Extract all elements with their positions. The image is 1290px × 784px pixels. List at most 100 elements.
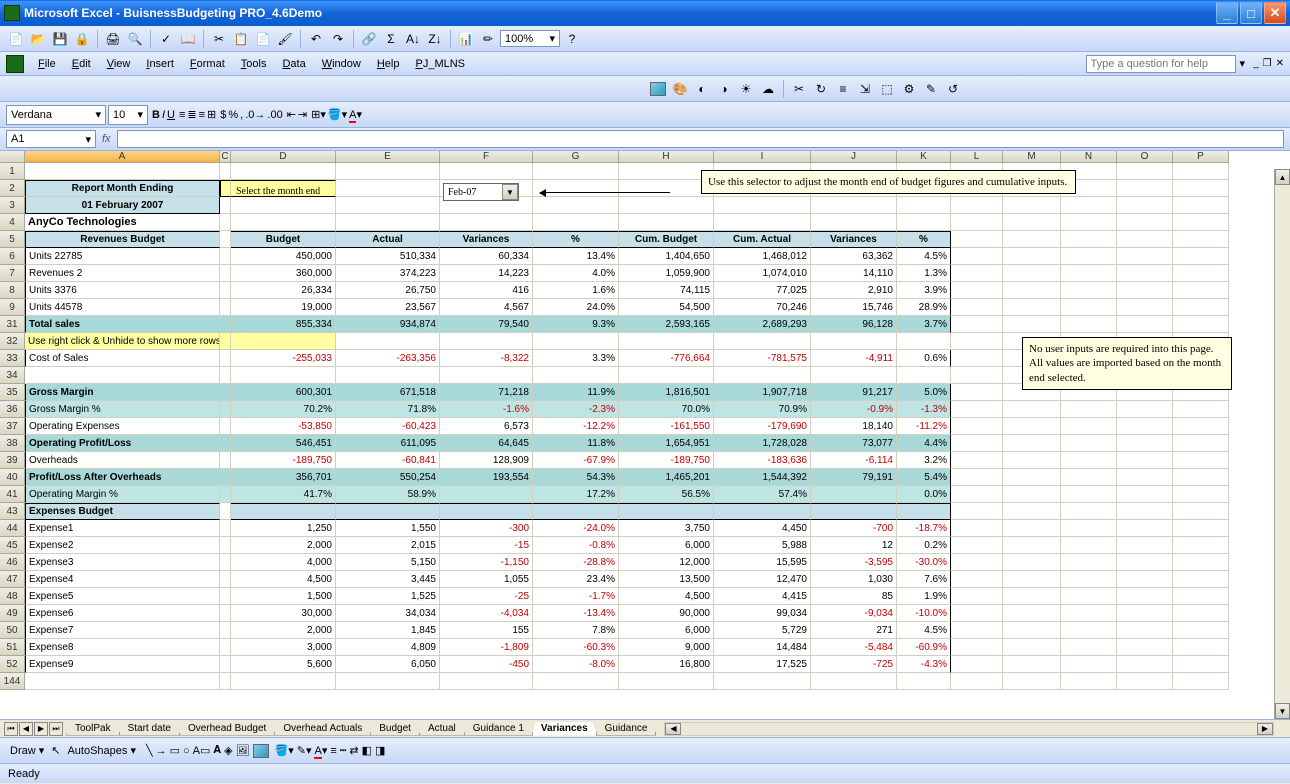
cell-E51[interactable]: 4,809 [336, 639, 440, 656]
vertical-scrollbar[interactable]: ▲ ▼ [1274, 169, 1290, 719]
research-icon[interactable]: 📖 [178, 29, 198, 49]
cell-L6[interactable] [951, 248, 1003, 265]
cell-H34[interactable] [619, 367, 714, 384]
cell-G38[interactable]: 11.8% [533, 435, 619, 452]
textbox-icon[interactable]: A▭ [193, 744, 211, 757]
cell-F1[interactable] [440, 163, 533, 180]
cell-L33[interactable] [951, 350, 1003, 367]
column-header-F[interactable]: F [440, 151, 533, 163]
cell-H35[interactable]: 1,816,501 [619, 384, 714, 401]
cell-P37[interactable] [1173, 418, 1229, 435]
cell-K50[interactable]: 4.5% [897, 622, 951, 639]
sort-asc-icon[interactable]: A↓ [403, 29, 423, 49]
cell-O43[interactable] [1117, 503, 1173, 520]
cell-D41[interactable]: 41.7% [231, 486, 336, 503]
cell-J49[interactable]: -9,034 [811, 605, 897, 622]
cell-C7[interactable] [220, 265, 231, 282]
column-header-C[interactable]: C [220, 151, 231, 163]
cell-J5[interactable]: Variances [811, 231, 897, 248]
row-header-44[interactable]: 44 [0, 520, 25, 537]
row-header-37[interactable]: 37 [0, 418, 25, 435]
cell-J43[interactable] [811, 503, 897, 520]
formula-input[interactable] [117, 130, 1284, 148]
paste-icon[interactable]: 📄 [253, 29, 273, 49]
cell-J50[interactable]: 271 [811, 622, 897, 639]
cell-G44[interactable]: -24.0% [533, 520, 619, 537]
line-color-icon[interactable]: ✎▾ [297, 744, 312, 757]
cell-C5[interactable] [220, 231, 231, 248]
cell-E37[interactable]: -60,423 [336, 418, 440, 435]
cell-M49[interactable] [1003, 605, 1061, 622]
cell-E49[interactable]: 34,034 [336, 605, 440, 622]
drawing-icon[interactable]: ✏ [478, 29, 498, 49]
cell-H52[interactable]: 16,800 [619, 656, 714, 673]
cell-M41[interactable] [1003, 486, 1061, 503]
column-header-L[interactable]: L [951, 151, 1003, 163]
cell-D51[interactable]: 3,000 [231, 639, 336, 656]
menu-file[interactable]: File [30, 56, 64, 72]
wordart-icon[interactable]: 𝐀 [213, 744, 221, 757]
cell-F41[interactable] [440, 486, 533, 503]
cell-D49[interactable]: 30,000 [231, 605, 336, 622]
cell-I144[interactable] [714, 673, 811, 690]
cell-K6[interactable]: 4.5% [897, 248, 951, 265]
cell-D34[interactable] [231, 367, 336, 384]
cell-L34[interactable] [951, 367, 1003, 384]
cell-G49[interactable]: -13.4% [533, 605, 619, 622]
cell-L48[interactable] [951, 588, 1003, 605]
cell-J36[interactable]: -0.9% [811, 401, 897, 418]
cell-H41[interactable]: 56.5% [619, 486, 714, 503]
cell-L32[interactable] [951, 333, 1003, 350]
cell-F7[interactable]: 14,223 [440, 265, 533, 282]
cell-D50[interactable]: 2,000 [231, 622, 336, 639]
cell-O4[interactable] [1117, 214, 1173, 231]
cell-N41[interactable] [1061, 486, 1117, 503]
row-header-33[interactable]: 33 [0, 350, 25, 367]
font-size-select[interactable]: 10▾ [108, 105, 148, 125]
cell-H8[interactable]: 74,115 [619, 282, 714, 299]
column-header-P[interactable]: P [1173, 151, 1229, 163]
cell-D39[interactable]: -189,750 [231, 452, 336, 469]
cell-P52[interactable] [1173, 656, 1229, 673]
row-header-46[interactable]: 46 [0, 554, 25, 571]
cell-H3[interactable] [619, 197, 714, 214]
hyperlink-icon[interactable]: 🔗 [359, 29, 379, 49]
menu-insert[interactable]: Insert [138, 56, 182, 72]
picture-icon[interactable] [253, 744, 269, 758]
column-header-M[interactable]: M [1003, 151, 1061, 163]
cell-C45[interactable] [220, 537, 231, 554]
menu-window[interactable]: Window [314, 56, 369, 72]
cell-C34[interactable] [220, 367, 231, 384]
cell-E33[interactable]: -263,356 [336, 350, 440, 367]
permission-icon[interactable]: 🔒 [72, 29, 92, 49]
cell-P50[interactable] [1173, 622, 1229, 639]
cell-O40[interactable] [1117, 469, 1173, 486]
cell-J52[interactable]: -725 [811, 656, 897, 673]
copy-icon[interactable]: 📋 [231, 29, 251, 49]
column-header-A[interactable]: A [25, 151, 220, 163]
column-header-O[interactable]: O [1117, 151, 1173, 163]
cell-K49[interactable]: -10.0% [897, 605, 951, 622]
cell-P4[interactable] [1173, 214, 1229, 231]
cell-F33[interactable]: -8,322 [440, 350, 533, 367]
cell-F48[interactable]: -25 [440, 588, 533, 605]
cell-G4[interactable] [533, 214, 619, 231]
row-header-7[interactable]: 7 [0, 265, 25, 282]
cell-A50[interactable]: Expense7 [25, 622, 220, 639]
cell-E36[interactable]: 71.8% [336, 401, 440, 418]
cell-G31[interactable]: 9.3% [533, 316, 619, 333]
cell-J40[interactable]: 79,191 [811, 469, 897, 486]
cell-D52[interactable]: 5,600 [231, 656, 336, 673]
cell-L37[interactable] [951, 418, 1003, 435]
cell-P46[interactable] [1173, 554, 1229, 571]
cell-G51[interactable]: -60.3% [533, 639, 619, 656]
cell-H1[interactable] [619, 163, 714, 180]
cell-G45[interactable]: -0.8% [533, 537, 619, 554]
borders-icon[interactable]: ⊞▾ [311, 108, 326, 121]
cell-L40[interactable] [951, 469, 1003, 486]
tab-nav-next-icon[interactable]: ▶ [34, 722, 48, 736]
cell-J31[interactable]: 96,128 [811, 316, 897, 333]
column-header-J[interactable]: J [811, 151, 897, 163]
fx-icon[interactable]: fx [102, 133, 111, 145]
cell-H38[interactable]: 1,654,951 [619, 435, 714, 452]
